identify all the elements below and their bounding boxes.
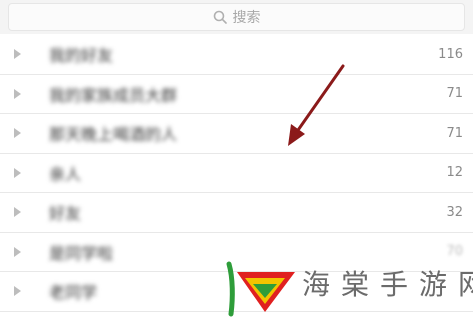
expand-triangle-icon [14, 167, 21, 178]
group-row[interactable]: 好友 32 [0, 193, 473, 233]
watermark-text: 海 棠 手 游 网 [298, 266, 473, 304]
watermark-char: 游 [418, 268, 447, 301]
group-row[interactable]: 我的好友 116 [0, 35, 473, 75]
watermark-char: 网 [457, 268, 473, 301]
expand-triangle-icon [14, 286, 21, 297]
group-count: 71 [446, 86, 463, 102]
search-icon [213, 10, 227, 24]
group-count: 12 [446, 165, 463, 181]
search-bar: 搜索 [0, 0, 473, 34]
watermark: 海 棠 手 游 网 [225, 258, 473, 317]
expand-triangle-icon [14, 128, 21, 139]
group-row[interactable]: 我的家族成员大群 71 [0, 74, 473, 114]
group-row[interactable]: 那天晚上喝酒的人 71 [0, 114, 473, 154]
watermark-char: 棠 [340, 268, 369, 301]
search-input[interactable]: 搜索 [8, 3, 465, 31]
group-count: 32 [446, 204, 463, 220]
group-name: 老同学 [49, 283, 98, 303]
group-count: 116 [438, 46, 463, 62]
watermark-char: 手 [379, 268, 408, 301]
group-name: 好友 [49, 204, 82, 224]
group-name: 我的家族成员大群 [49, 85, 178, 105]
expand-triangle-icon [14, 246, 21, 257]
expand-triangle-icon [14, 207, 21, 218]
group-count: 70 [446, 244, 463, 260]
group-name: 是同学啦 [49, 243, 114, 263]
expand-triangle-icon [14, 88, 21, 99]
group-name: 那天晚上喝酒的人 [49, 125, 178, 145]
watermark-logo-icon [226, 261, 295, 317]
group-name: 我的好友 [49, 46, 114, 66]
watermark-char: 海 [301, 268, 330, 301]
group-name: 亲人 [49, 164, 82, 184]
group-count: 71 [446, 125, 463, 141]
expand-triangle-icon [14, 49, 21, 60]
group-row[interactable]: 亲人 12 [0, 153, 473, 193]
search-placeholder: 搜索 [232, 10, 261, 26]
